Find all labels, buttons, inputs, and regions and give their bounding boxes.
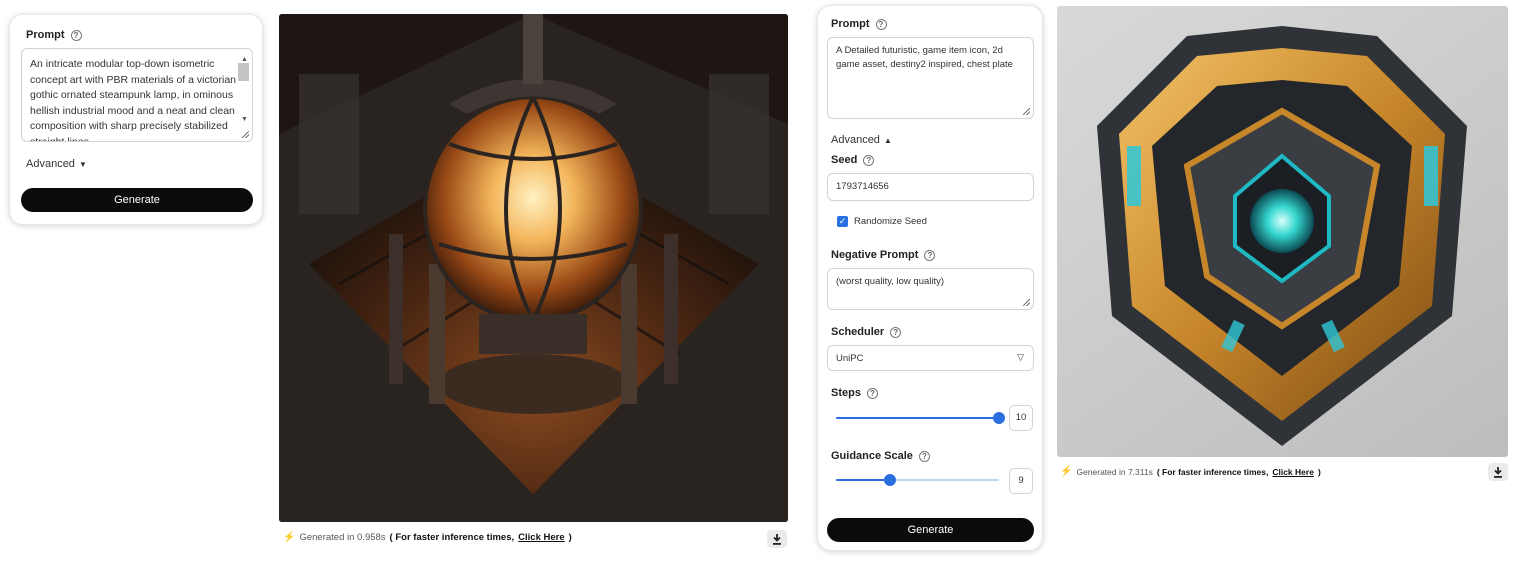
guidance-slider[interactable] (836, 474, 999, 486)
lightning-bolt-icon: ⚡ (1060, 466, 1073, 477)
lightning-bolt-icon: ⚡ (283, 532, 296, 543)
chest-plate-image (1057, 6, 1508, 457)
click-here-link[interactable]: Click Here (1272, 467, 1314, 477)
seed-label-row: Seed ? (831, 154, 875, 166)
download-button[interactable] (1488, 463, 1508, 481)
scheduler-label-row: Scheduler ? (831, 326, 902, 338)
generation-caption-right: ⚡ Generated in 7.311s ( For faster infer… (1060, 466, 1321, 477)
help-icon[interactable]: ? (918, 450, 930, 462)
prompt-label: Prompt (831, 18, 870, 30)
negative-prompt-textarea[interactable]: (worst quality, low quality) (827, 268, 1034, 310)
steps-label: Steps (831, 387, 861, 399)
generation-caption-left: ⚡ Generated in 0.958s ( For faster infer… (283, 532, 572, 543)
advanced-label: Advanced (831, 134, 880, 146)
steps-label-row: Steps ? (831, 387, 878, 399)
chest-plate-illustration (1097, 26, 1467, 446)
steampunk-lamp-image (279, 14, 788, 522)
seed-input[interactable]: 1793714656 (827, 173, 1034, 201)
scroll-down-icon[interactable]: ▼ (241, 112, 248, 128)
prompt-label: Prompt (26, 29, 65, 41)
download-icon (773, 533, 781, 545)
randomize-seed-label: Randomize Seed (854, 216, 927, 227)
advanced-toggle[interactable]: Advanced ▲ (831, 134, 892, 146)
steps-slider[interactable] (836, 412, 1005, 424)
advanced-toggle[interactable]: Advanced ▼ (26, 158, 87, 170)
chevron-down-icon: ▼ (78, 159, 87, 169)
steampunk-lamp-illustration (279, 14, 788, 522)
negative-prompt-label-row: Negative Prompt ? (831, 249, 936, 261)
negative-prompt-text: (worst quality, low quality) (836, 276, 945, 287)
chevron-up-icon: ▲ (883, 135, 892, 145)
resize-grip-icon[interactable] (1023, 299, 1030, 306)
prompt-panel-left: Prompt ? An intricate modular top-down i… (9, 14, 263, 225)
scheduler-select[interactable]: UniPC ▽ (827, 345, 1034, 371)
steps-number-input[interactable]: 10 (1009, 405, 1033, 431)
click-here-link[interactable]: Click Here (518, 532, 564, 543)
close-paren: ) (1317, 466, 1321, 477)
randomize-seed-checkbox[interactable]: ✓ (837, 216, 848, 227)
prompt-label-row: Prompt ? (26, 29, 82, 41)
prompt-text: A Detailed futuristic, game item icon, 2… (836, 45, 1013, 70)
generate-button[interactable]: Generate (21, 188, 253, 212)
faster-text: ( For faster inference times, (389, 532, 515, 543)
steps-slider-fill (836, 417, 999, 419)
prompt-panel-right: Prompt ? A Detailed futuristic, game ite… (817, 5, 1043, 551)
help-icon[interactable]: ? (866, 387, 878, 399)
prompt-textarea[interactable]: A Detailed futuristic, game item icon, 2… (827, 37, 1034, 119)
download-button[interactable] (767, 530, 787, 548)
prompt-label-row: Prompt ? (831, 18, 887, 30)
dropdown-caret-icon: ▽ (1017, 352, 1024, 362)
faster-text: ( For faster inference times, (1156, 466, 1269, 477)
guidance-slider-thumb[interactable] (883, 474, 896, 486)
guidance-slider-fill (836, 479, 890, 481)
seed-label: Seed (831, 154, 858, 166)
help-icon[interactable]: ? (863, 154, 875, 166)
scheduler-value: UniPC (836, 353, 864, 364)
help-icon[interactable]: ? (875, 18, 887, 30)
resize-grip-icon[interactable] (1023, 108, 1030, 115)
help-icon[interactable]: ? (70, 29, 82, 41)
download-icon (1494, 466, 1502, 478)
generated-time: Generated in 7.311s (1076, 466, 1153, 477)
resize-grip-icon[interactable] (242, 131, 249, 138)
negative-prompt-label: Negative Prompt (831, 249, 919, 261)
guidance-label-row: Guidance Scale ? (831, 450, 930, 462)
steps-slider-thumb[interactable] (993, 412, 1005, 424)
advanced-label: Advanced (26, 158, 75, 170)
generate-button[interactable]: Generate (827, 518, 1034, 542)
generated-time: Generated in 0.958s (299, 532, 386, 543)
prompt-scrollbar[interactable]: ▲ ▼ (238, 52, 250, 140)
close-paren: ) (568, 532, 572, 543)
scrollbar-thumb[interactable] (238, 63, 249, 81)
guidance-label: Guidance Scale (831, 450, 913, 462)
prompt-text: An intricate modular top-down isometric … (30, 58, 237, 142)
help-icon[interactable]: ? (890, 326, 902, 338)
prompt-textarea[interactable]: An intricate modular top-down isometric … (21, 48, 253, 142)
help-icon[interactable]: ? (924, 249, 936, 261)
scheduler-label: Scheduler (831, 326, 885, 338)
guidance-number-input[interactable]: 9 (1009, 468, 1033, 494)
